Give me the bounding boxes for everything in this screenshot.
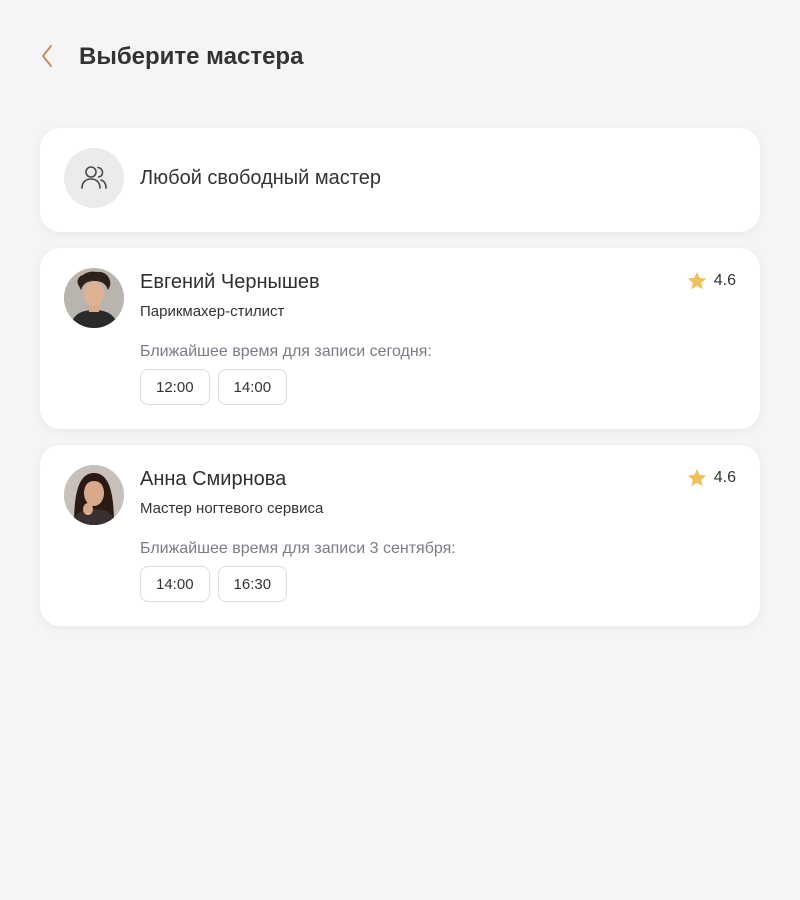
master-name: Анна Смирнова	[140, 468, 287, 490]
time-slot-button[interactable]: 16:30	[217, 566, 288, 602]
time-slot-button[interactable]: 14:00	[140, 566, 210, 602]
rating: 4.6	[686, 467, 736, 489]
star-icon	[687, 271, 706, 290]
master-role: Парикмахер-стилист	[140, 303, 285, 320]
chevron-left-icon	[42, 45, 52, 67]
header: Выберите мастера	[0, 0, 800, 112]
master-role: Мастер ногтевого сервиса	[140, 500, 324, 517]
time-slots: 12:00 14:00	[140, 369, 288, 405]
page-title: Выберите мастера	[79, 43, 304, 70]
back-button[interactable]	[34, 42, 60, 70]
master-name: Евгений Чернышев	[140, 271, 320, 293]
time-slots: 14:00 16:30	[140, 566, 288, 602]
rating-value: 4.6	[713, 469, 736, 486]
slots-caption: Ближайшее время для записи сегодня:	[140, 343, 432, 360]
avatar	[64, 465, 124, 525]
rating: 4.6	[686, 270, 736, 292]
master-card[interactable]: Евгений Чернышев Парикмахер-стилист 4.6 …	[40, 248, 760, 429]
any-master-label: Любой свободный мастер	[140, 167, 381, 189]
time-slot-button[interactable]: 14:00	[217, 369, 288, 405]
any-master-card[interactable]: Любой свободный мастер	[40, 128, 760, 232]
users-icon	[64, 148, 124, 208]
rating-value: 4.6	[713, 272, 736, 289]
slots-caption: Ближайшее время для записи 3 сентября:	[140, 540, 456, 557]
avatar	[64, 268, 124, 328]
star-icon	[687, 468, 706, 487]
master-card[interactable]: Анна Смирнова Мастер ногтевого сервиса 4…	[40, 445, 760, 626]
time-slot-button[interactable]: 12:00	[140, 369, 210, 405]
